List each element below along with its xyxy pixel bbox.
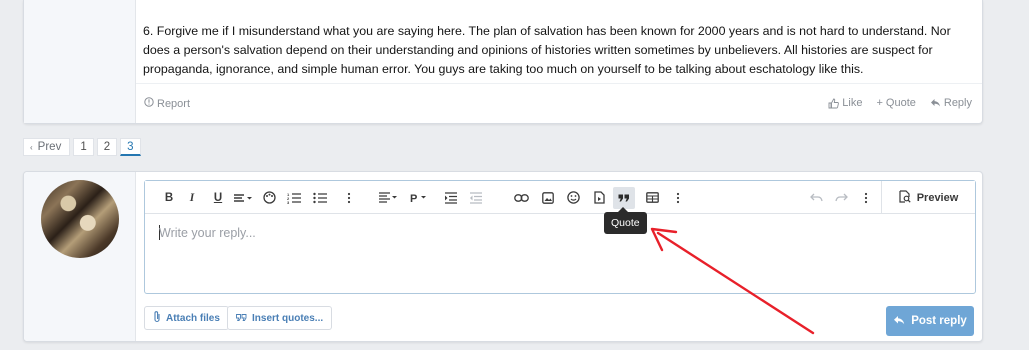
undo-icon[interactable] <box>809 188 823 207</box>
post-body: 6. Forgive me if I misunderstand what yo… <box>143 24 951 76</box>
reply-editor: B I U 123 P Preview Write your reply... <box>144 180 976 294</box>
insert-quotes-icon <box>236 313 247 324</box>
italic-icon[interactable]: I <box>185 188 199 207</box>
post-reply-label: Post reply <box>911 315 967 327</box>
avatar[interactable] <box>41 180 119 258</box>
post-actions: Like + Quote Reply <box>828 97 972 109</box>
svg-text:3: 3 <box>287 200 290 204</box>
svg-text:P: P <box>410 193 417 203</box>
reply-button[interactable]: Reply <box>930 97 972 109</box>
media-icon[interactable] <box>592 188 606 207</box>
paperclip-icon <box>153 310 161 326</box>
underline-icon[interactable]: U <box>211 188 225 207</box>
attach-files-button[interactable]: Attach files <box>144 306 229 330</box>
indent-icon[interactable] <box>443 188 457 207</box>
editor-toolbar: B I U 123 P Preview <box>145 181 975 214</box>
pagination: ‹ Prev 1 2 3 <box>23 138 141 156</box>
smilie-icon[interactable] <box>566 188 580 207</box>
more-icon[interactable] <box>671 188 685 207</box>
quote-button[interactable]: + Quote <box>876 97 915 109</box>
text-style-icon[interactable] <box>233 188 255 207</box>
quote-tooltip: Quote <box>604 207 647 234</box>
attach-files-label: Attach files <box>166 312 220 324</box>
more-icon[interactable] <box>342 188 356 207</box>
thumbs-up-icon <box>828 98 840 109</box>
report-icon <box>144 97 154 110</box>
unordered-list-icon[interactable] <box>313 188 327 207</box>
post-reply-button[interactable]: Post reply <box>886 306 974 336</box>
paragraph-icon[interactable]: P <box>410 188 430 207</box>
color-icon[interactable] <box>262 188 276 207</box>
reply-user-column <box>24 172 136 341</box>
insert-quotes-label: Insert quotes... <box>252 312 324 324</box>
preview-icon <box>899 189 911 206</box>
reply-textarea[interactable]: Write your reply... <box>159 226 256 240</box>
like-button[interactable]: Like <box>828 97 862 109</box>
more-icon[interactable] <box>859 188 873 207</box>
preview-label: Preview <box>916 191 959 204</box>
quote-icon[interactable] <box>613 187 635 209</box>
plus-icon: + <box>876 97 883 109</box>
reply-label: Reply <box>943 97 972 109</box>
pagination-page-3[interactable]: 3 <box>120 138 141 156</box>
align-icon[interactable] <box>378 188 400 207</box>
insert-quotes-button[interactable]: Insert quotes... <box>227 306 333 330</box>
ordered-list-icon[interactable]: 123 <box>287 188 301 207</box>
like-label: Like <box>842 97 863 109</box>
reply-icon <box>893 315 905 328</box>
quick-reply: B I U 123 P Preview Write your reply... … <box>23 171 983 342</box>
outdent-icon[interactable] <box>468 188 482 207</box>
link-icon[interactable] <box>514 188 529 207</box>
quote-label: Quote <box>885 97 916 109</box>
bold-icon[interactable]: B <box>162 188 176 207</box>
preview-button[interactable]: Preview <box>881 181 975 214</box>
post-user-column <box>24 0 136 123</box>
post-message: 6. Forgive me if I misunderstand what yo… <box>23 0 983 124</box>
redo-icon[interactable] <box>834 188 848 207</box>
reply-icon <box>930 98 941 108</box>
pagination-page-1[interactable]: 1 <box>73 138 94 156</box>
report-label: Report <box>157 97 191 110</box>
image-icon[interactable] <box>541 188 555 207</box>
chevron-left-icon: ‹ <box>30 143 33 152</box>
pagination-prev-label: Prev <box>37 141 62 153</box>
pagination-prev[interactable]: ‹ Prev <box>23 138 71 156</box>
pagination-page-2[interactable]: 2 <box>96 138 118 156</box>
table-icon[interactable] <box>645 188 659 207</box>
report-link[interactable]: Report <box>144 97 190 110</box>
post-footer: Report Like + Quote Reply <box>136 83 982 123</box>
